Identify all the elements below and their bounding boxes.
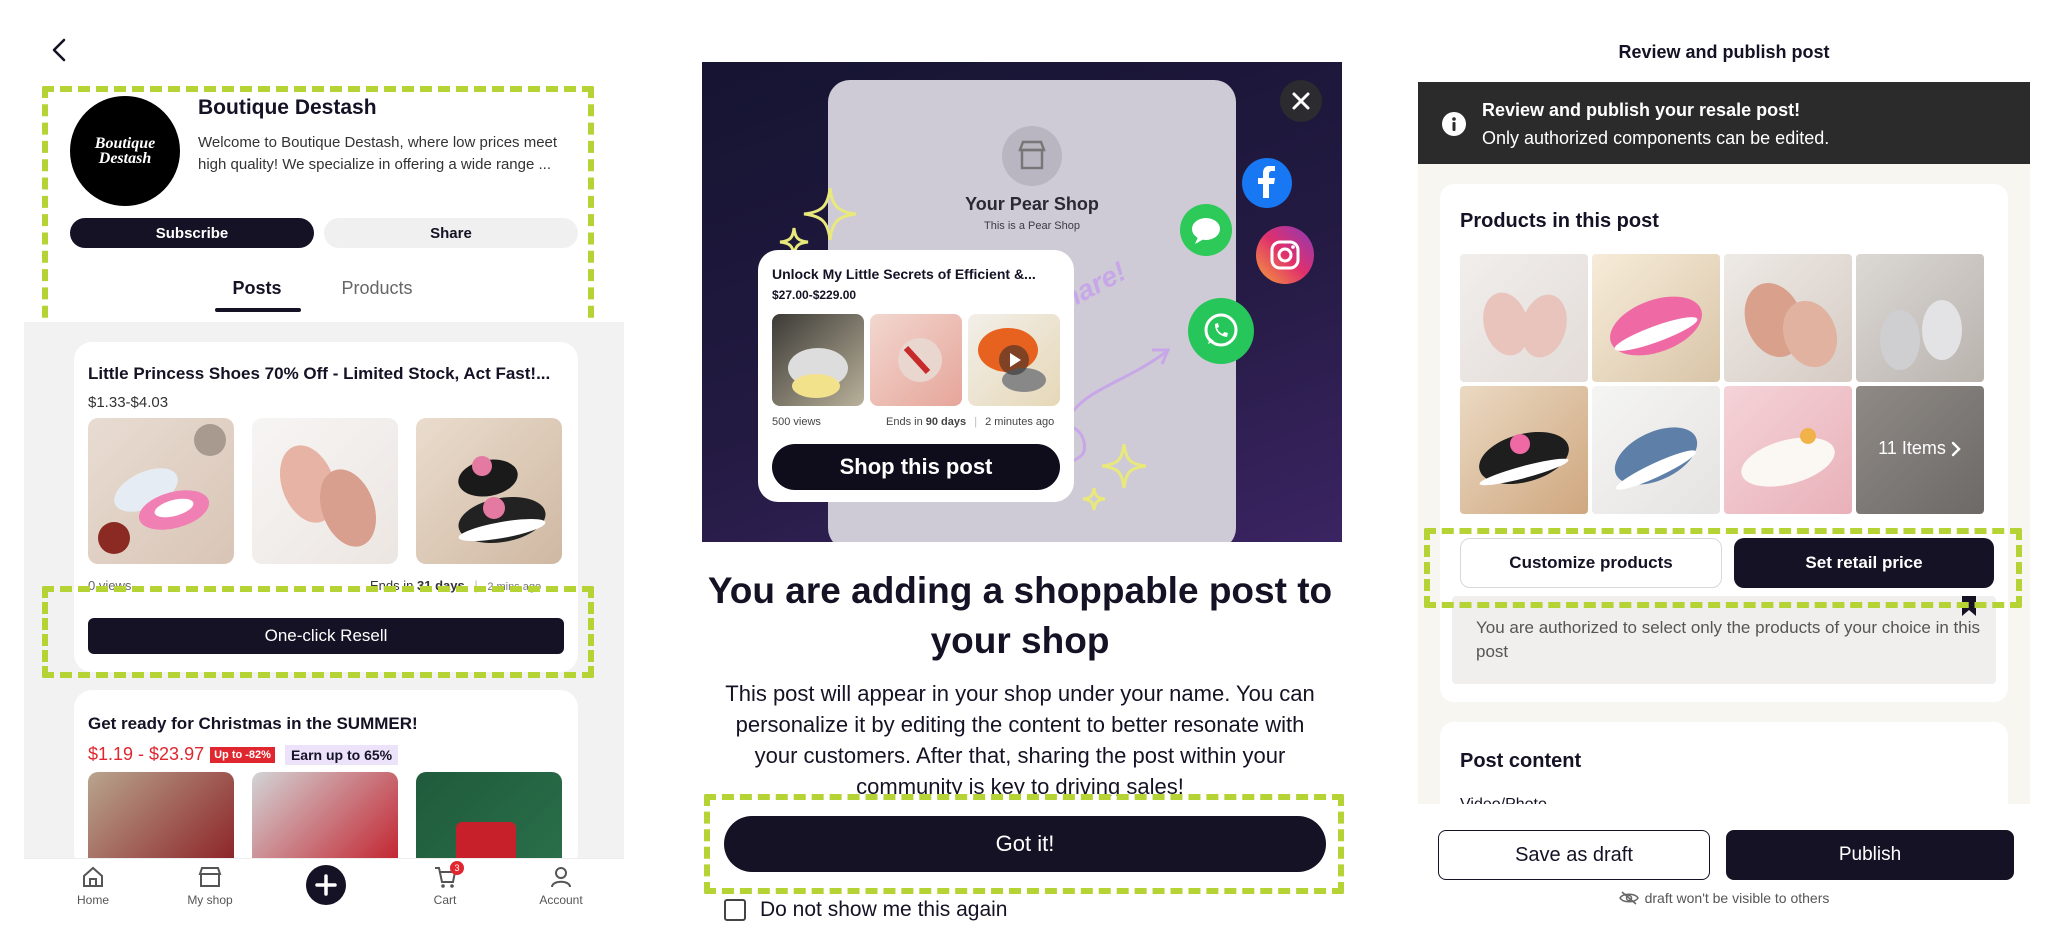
nav-my-shop-label: My shop	[187, 893, 233, 907]
post-price: $1.33-$4.03	[88, 394, 169, 411]
post-title: Get ready for Christmas in the SUMMER!	[88, 714, 418, 733]
nav-home-label: Home	[76, 893, 109, 907]
draft-note-row: draft won't be visible to others	[1418, 890, 2030, 906]
dont-show-again-row[interactable]: Do not show me this again	[724, 898, 1007, 922]
product-image[interactable]	[1592, 386, 1720, 514]
product-image[interactable]	[1856, 254, 1984, 382]
product-image[interactable]	[1592, 254, 1720, 382]
banner-line-2: Only authorized components can be edited…	[1482, 128, 1830, 148]
preview-card-price: $27.00-$229.00	[772, 288, 857, 302]
whatsapp-icon	[1188, 298, 1254, 364]
post-card[interactable]: Get ready for Christmas in the SUMMER! $…	[74, 690, 578, 870]
nav-cart-label: Cart	[433, 893, 457, 907]
preview-shop-subtitle: This is a Pear Shop	[984, 220, 1080, 232]
post-price-row: $1.19 - $23.97 Up to -82% Earn up to 65%	[88, 744, 399, 765]
chevron-right-icon	[1950, 440, 1962, 458]
cart-icon	[400, 865, 490, 889]
product-thumbnail[interactable]	[416, 772, 562, 870]
discount-badge: Up to -82%	[210, 746, 275, 763]
product-image[interactable]	[1460, 386, 1588, 514]
banner-line-1: Review and publish your resale post!	[1482, 100, 1801, 120]
authorization-note-box: You are authorized to select only the pr…	[1452, 596, 1996, 684]
products-card: Products in this post 11 Items Customize…	[1440, 184, 2008, 702]
preview-post-card: Unlock My Little Secrets of Efficient &.…	[758, 250, 1074, 502]
illustration: Your Pear Shop This is a Pear Shop Share…	[702, 62, 1342, 542]
shoppable-post-modal: Your Pear Shop This is a Pear Shop Share…	[700, 0, 1360, 934]
got-it-highlight	[704, 794, 1344, 894]
message-icon	[1180, 204, 1232, 256]
preview-card-views: 500 views	[772, 416, 821, 428]
preview-card-time: 2 minutes ago	[985, 416, 1055, 428]
plus-icon[interactable]	[306, 865, 346, 905]
preview-thumbnail	[968, 314, 1060, 406]
product-image[interactable]	[1460, 254, 1588, 382]
nav-cart[interactable]: Cart 3	[400, 861, 490, 907]
items-count: 11 Items	[1856, 438, 1984, 459]
account-icon	[516, 865, 606, 889]
product-image[interactable]	[1724, 254, 1852, 382]
modal-title: You are adding a shoppable post to your …	[707, 570, 1333, 661]
eye-off-icon	[1618, 891, 1639, 905]
store-icon	[1002, 126, 1062, 186]
publish-button[interactable]: Publish	[1726, 830, 2014, 880]
earn-badge: Earn up to 65%	[284, 744, 399, 765]
items-count-label: 11 Items	[1878, 438, 1946, 458]
shop-this-post-button: Shop this post	[772, 444, 1060, 490]
instagram-icon	[1256, 226, 1314, 284]
shop-icon	[165, 865, 255, 889]
review-publish-panel: Review and publish post Review and publi…	[1418, 0, 2052, 934]
home-icon	[48, 865, 138, 889]
product-image[interactable]	[1724, 386, 1852, 514]
checkbox-icon[interactable]	[724, 899, 746, 921]
preview-thumbnail	[772, 314, 864, 406]
info-icon	[1442, 112, 1466, 136]
save-draft-button[interactable]: Save as draft	[1438, 830, 1710, 880]
nav-my-shop[interactable]: My shop	[165, 865, 255, 907]
actions-highlight	[1424, 528, 2022, 608]
dont-show-label: Do not show me this again	[760, 898, 1008, 921]
post-title: Little Princess Shoes 70% Off - Limited …	[88, 364, 551, 383]
info-banner: Review and publish your resale post! Onl…	[1418, 82, 2030, 164]
product-thumbnail[interactable]	[88, 418, 234, 564]
modal-body: This post will appear in your shop under…	[725, 681, 1315, 796]
resell-highlight	[42, 586, 594, 678]
back-chevron-icon[interactable]	[48, 36, 72, 64]
products-heading: Products in this post	[1460, 210, 1659, 232]
post-price: $1.19 - $23.97	[88, 744, 205, 764]
nav-account[interactable]: Account	[516, 865, 606, 907]
facebook-icon	[1242, 158, 1292, 208]
cart-count-badge: 3	[450, 861, 464, 875]
profile-highlight	[42, 86, 594, 336]
preview-ends-prefix: Ends in	[886, 416, 923, 428]
page-title: Review and publish post	[1618, 42, 1830, 62]
preview-card-title: Unlock My Little Secrets of Efficient &.…	[772, 266, 1036, 282]
draft-note: draft won't be visible to others	[1644, 890, 1830, 906]
bottom-navigation: Home My shop Cart 3 Account	[24, 858, 624, 918]
product-thumbnail[interactable]	[252, 418, 398, 564]
product-thumbnail[interactable]	[88, 772, 234, 870]
product-thumbnail[interactable]	[416, 418, 562, 564]
nav-account-label: Account	[539, 893, 583, 907]
publish-bar: Save as draft Publish draft won't be vis…	[1418, 804, 2030, 916]
preview-thumbnail	[870, 314, 962, 406]
close-icon[interactable]	[1280, 80, 1322, 122]
preview-shop-title: Your Pear Shop	[965, 194, 1099, 214]
preview-card-ends: Ends in 90 days | 2 minutes ago	[886, 416, 1055, 428]
more-items-tile[interactable]: 11 Items	[1856, 386, 1984, 514]
shop-profile-panel: Boutique Destash Boutique Destash Welcom…	[0, 0, 640, 934]
nav-home[interactable]: Home	[48, 865, 138, 907]
preview-ends-days: 90 days	[925, 416, 967, 428]
post-content-heading: Post content	[1460, 750, 1582, 772]
authorization-note: You are authorized to select only the pr…	[1476, 618, 1981, 661]
product-thumbnail[interactable]	[252, 772, 398, 870]
